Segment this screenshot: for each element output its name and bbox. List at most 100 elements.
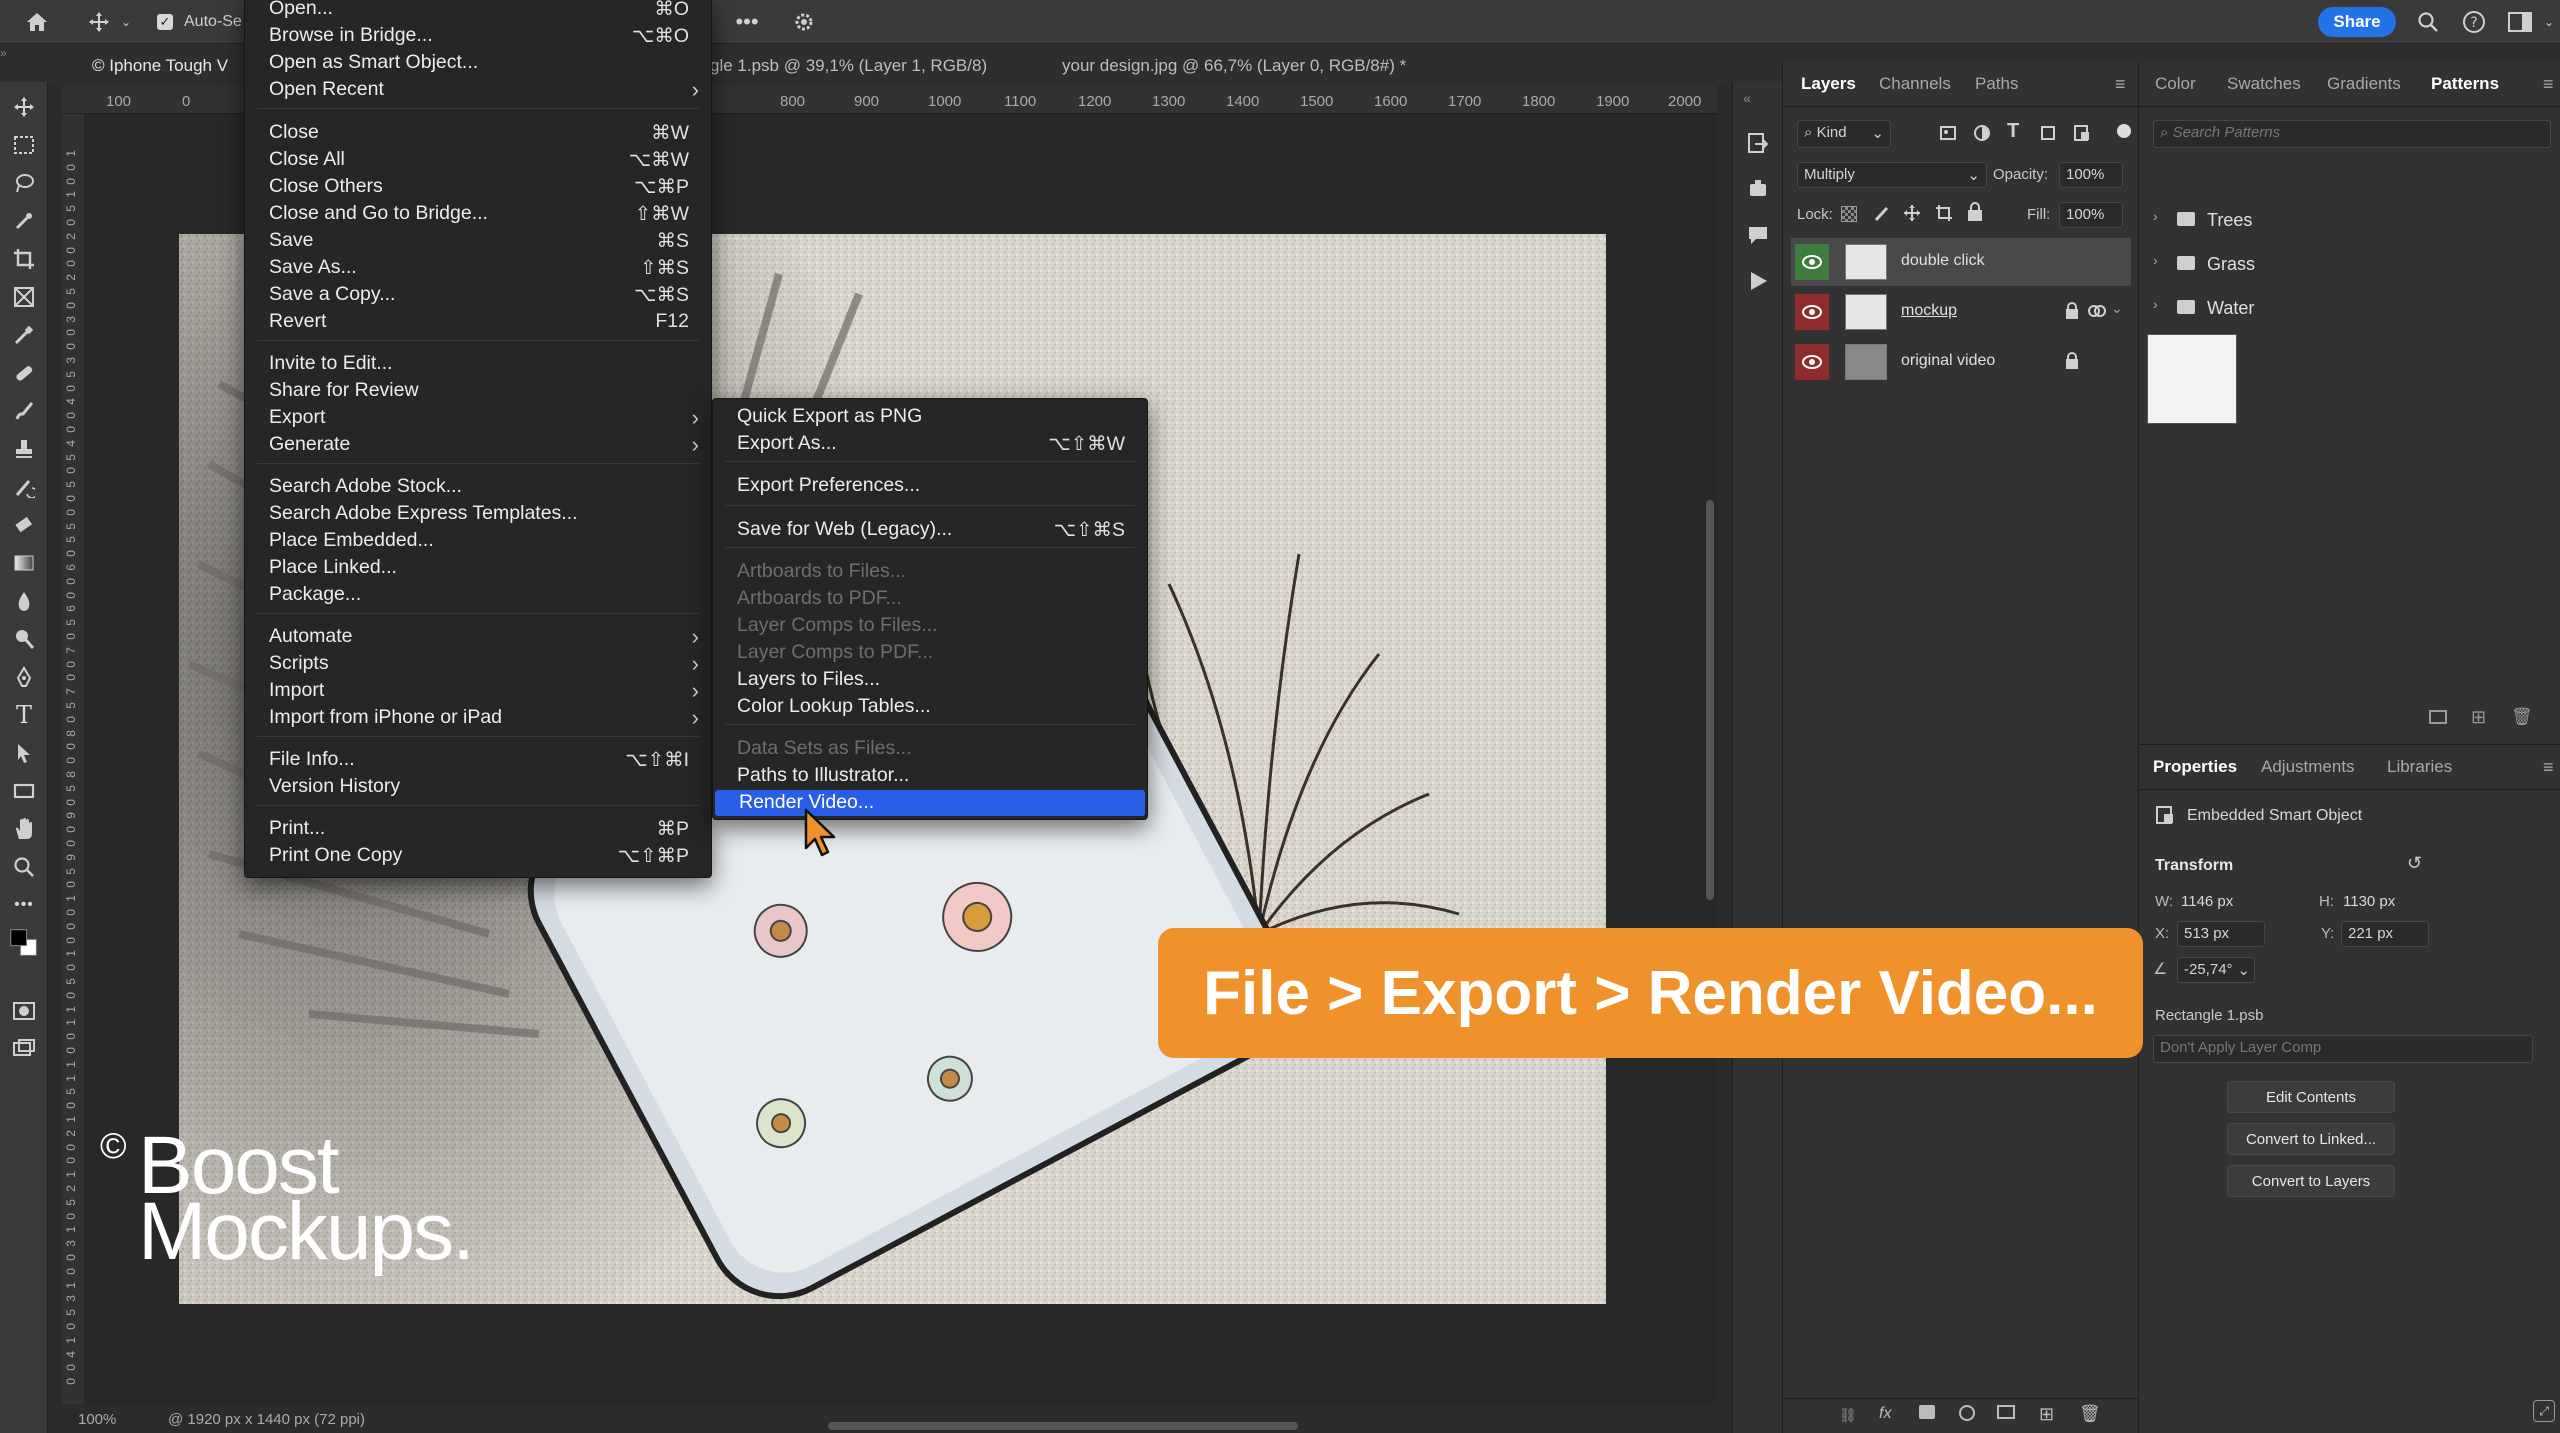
document-info[interactable]: @ 1920 px x 1440 px (72 ppi): [168, 1411, 365, 1428]
menu-item[interactable]: Close and Go to Bridge... ⇧⌘W: [245, 201, 711, 227]
history-panel-icon[interactable]: [1747, 132, 1769, 159]
tab-channels[interactable]: Channels: [1879, 74, 1951, 94]
menu-item[interactable]: Automate ›: [245, 624, 711, 650]
type-tool-icon[interactable]: T: [9, 700, 39, 730]
zoom-tool-icon[interactable]: [9, 852, 39, 882]
tab-paths[interactable]: Paths: [1975, 74, 2018, 94]
eyedropper-icon[interactable]: [9, 320, 39, 350]
home-icon[interactable]: [20, 8, 54, 36]
menu-item[interactable]: Close ⌘W: [245, 120, 711, 146]
tab-rectangle-psb[interactable]: gle 1.psb @ 39,1% (Layer 1, RGB/8): [710, 56, 987, 76]
layer-row[interactable]: mockup ⌄: [1791, 288, 2131, 336]
menu-item[interactable]: Export ›: [245, 405, 711, 431]
delete-icon[interactable]: 🗑: [2511, 707, 2533, 727]
delete-layer-icon[interactable]: 🗑: [2079, 1404, 2101, 1424]
play-icon[interactable]: [1747, 270, 1769, 297]
glyph-panel-icon[interactable]: [1747, 178, 1769, 205]
convert-to-layers-button[interactable]: Convert to Layers: [2227, 1165, 2395, 1197]
quick-mask-icon[interactable]: [9, 996, 39, 1026]
filter-adjustment-icon[interactable]: [1973, 124, 1991, 147]
menu-item[interactable]: Close Others ⌥⌘P: [245, 174, 711, 200]
dodge-tool-icon[interactable]: [9, 624, 39, 654]
new-group-icon[interactable]: [2429, 710, 2447, 724]
layer-name[interactable]: mockup: [1901, 302, 1957, 320]
move-tool-icon[interactable]: [84, 8, 114, 36]
help-icon[interactable]: ?: [2460, 8, 2488, 36]
x-input[interactable]: 513 px: [2177, 921, 2265, 947]
menu-item[interactable]: Invite to Edit...: [245, 351, 711, 377]
history-brush-icon[interactable]: [9, 472, 39, 502]
layer-row[interactable]: original video: [1791, 338, 2131, 386]
tab-gradients[interactable]: Gradients: [2327, 74, 2401, 94]
layer-comp-select[interactable]: Don't Apply Layer Comp: [2153, 1035, 2533, 1063]
tab-your-design[interactable]: your design.jpg @ 66,7% (Layer 0, RGB/8#…: [1062, 56, 1406, 76]
link-layers-icon[interactable]: ⛓: [1839, 1407, 1857, 1424]
marquee-tool-icon[interactable]: [9, 130, 39, 160]
reset-transform-icon[interactable]: ↺: [2407, 853, 2422, 874]
new-group-icon[interactable]: [1997, 1405, 2015, 1419]
w-value[interactable]: 1146 px: [2181, 893, 2233, 910]
hand-tool-icon[interactable]: [9, 814, 39, 844]
share-button[interactable]: Share: [2318, 7, 2396, 37]
layer-name[interactable]: double click: [1901, 252, 1985, 270]
blend-mode-select[interactable]: Multiply ⌄: [1797, 162, 1987, 188]
menu-item[interactable]: Package...: [245, 582, 711, 608]
menu-item[interactable]: Save ⌘S: [245, 228, 711, 254]
chevron-down-icon[interactable]: ⌄: [2111, 300, 2123, 317]
lasso-tool-icon[interactable]: [9, 168, 39, 198]
menu-item[interactable]: Search Adobe Stock...: [245, 474, 711, 500]
lock-position-icon[interactable]: [1903, 204, 1921, 227]
layer-name[interactable]: original video: [1901, 352, 1995, 370]
menu-item[interactable]: Import from iPhone or iPad ›: [245, 705, 711, 731]
brush-tool-icon[interactable]: [9, 396, 39, 426]
layer-row[interactable]: double click: [1791, 238, 2131, 286]
more-tools-icon[interactable]: •••: [9, 890, 39, 920]
filter-pixel-icon[interactable]: [1939, 124, 1957, 147]
tab-swatches[interactable]: Swatches: [2227, 74, 2301, 94]
horizontal-scrollbar[interactable]: [828, 1422, 1298, 1430]
auto-select-checkbox[interactable]: ✓: [156, 8, 174, 36]
visibility-eye-icon[interactable]: [1795, 244, 1829, 280]
menu-item[interactable]: Version History: [245, 774, 711, 800]
workspace-icon[interactable]: [2506, 8, 2534, 36]
object-selection-icon[interactable]: [9, 206, 39, 236]
rectangle-tool-icon[interactable]: [9, 776, 39, 806]
healing-brush-icon[interactable]: [9, 358, 39, 388]
filter-toggle[interactable]: [2117, 124, 2131, 138]
menu-item[interactable]: Render Video...: [715, 790, 1145, 816]
lock-artboard-icon[interactable]: [1935, 204, 1953, 227]
panel-menu-icon[interactable]: ≡: [2115, 74, 2126, 95]
new-layer-icon[interactable]: ⊞: [2039, 1404, 2054, 1425]
color-swatches-icon[interactable]: [9, 928, 39, 958]
menu-item[interactable]: Open Recent ›: [245, 77, 711, 103]
move-tool-icon[interactable]: [9, 92, 39, 122]
frame-tool-icon[interactable]: [9, 282, 39, 312]
menu-item[interactable]: Share for Review: [245, 378, 711, 404]
menu-item[interactable]: Print One Copy ⌥⇧⌘P: [245, 843, 711, 869]
filter-type-icon[interactable]: T: [2007, 120, 2019, 143]
crop-tool-icon[interactable]: [9, 244, 39, 274]
lock-all-icon[interactable]: [1967, 202, 1983, 227]
menu-item[interactable]: Export As... ⌥⇧⌘W: [713, 431, 1147, 457]
menu-item[interactable]: Paths to Illustrator...: [713, 763, 1147, 789]
menu-item[interactable]: Layers to Files...: [713, 667, 1147, 693]
menu-item[interactable]: Revert F12: [245, 309, 711, 335]
gear-icon[interactable]: [790, 8, 818, 36]
eraser-icon[interactable]: [9, 510, 39, 540]
menu-item[interactable]: Export Preferences...: [713, 473, 1147, 499]
kind-filter[interactable]: ⌕ Kind ⌄: [1797, 120, 1891, 148]
menu-item[interactable]: Place Embedded...: [245, 528, 711, 554]
menu-item[interactable]: Print... ⌘P: [245, 816, 711, 842]
zoom-level[interactable]: 100%: [78, 1411, 116, 1428]
collapse-icon[interactable]: »: [0, 46, 14, 60]
search-patterns-input[interactable]: ⌕ Search Patterns: [2153, 120, 2551, 148]
linked-icon[interactable]: [2087, 302, 2107, 325]
blur-tool-icon[interactable]: [9, 586, 39, 616]
collapse-icon[interactable]: «: [1743, 90, 1751, 106]
adjustment-layer-icon[interactable]: [1959, 1405, 1975, 1421]
menu-item[interactable]: Save a Copy... ⌥⌘S: [245, 282, 711, 308]
lock-pixels-icon[interactable]: [1873, 204, 1891, 227]
tab-properties[interactable]: Properties: [2153, 757, 2237, 777]
menu-item[interactable]: Browse in Bridge... ⌥⌘O: [245, 23, 711, 49]
pattern-swatch[interactable]: [2147, 334, 2237, 424]
